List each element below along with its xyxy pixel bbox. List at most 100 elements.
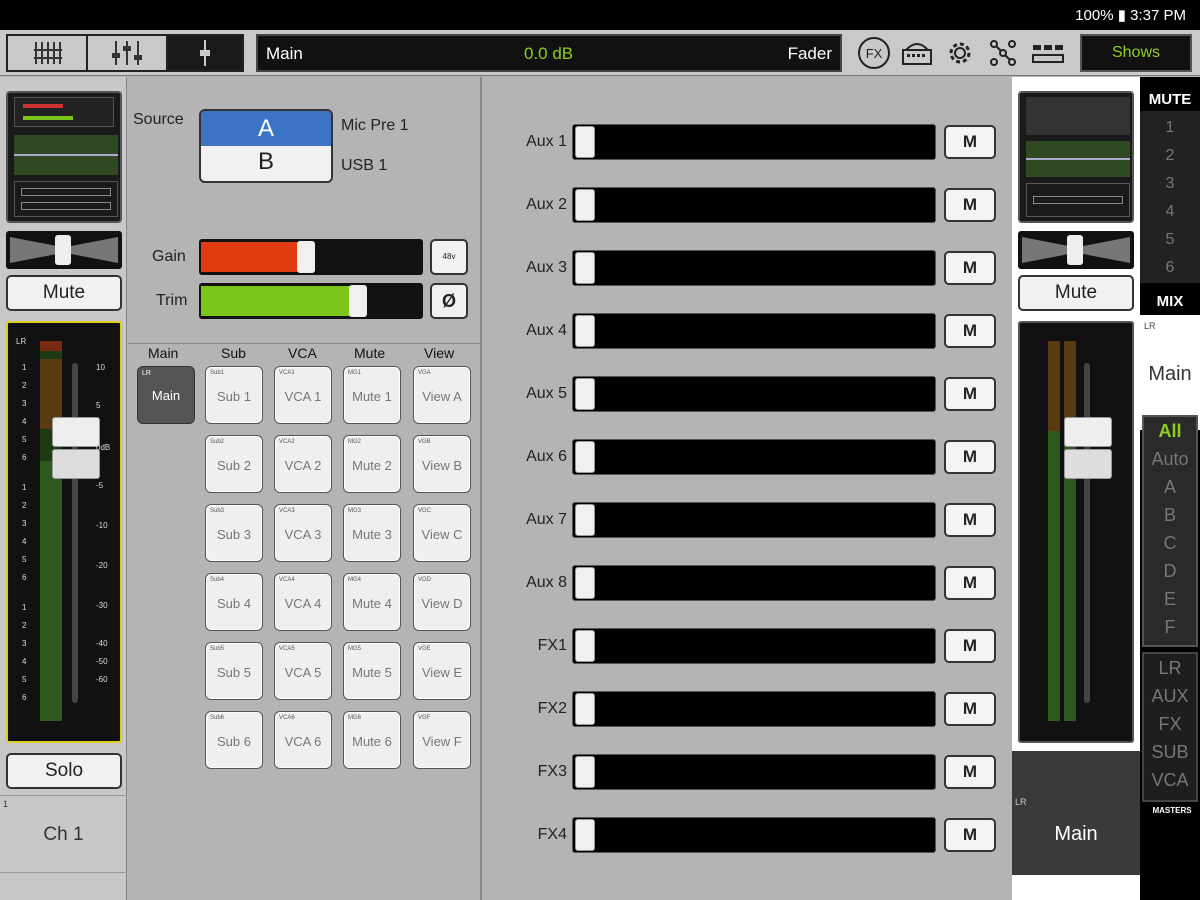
master-vca[interactable]: VCA <box>1144 770 1196 791</box>
mute-assign-button-6[interactable]: MG6 Mute 6 <box>343 711 401 769</box>
mute-group-5[interactable]: 5 <box>1142 231 1198 249</box>
send-knob[interactable] <box>575 756 595 788</box>
pan-knob[interactable] <box>55 235 71 265</box>
mute-assign-button-5[interactable]: MG5 Mute 5 <box>343 642 401 700</box>
view-filter-f[interactable]: F <box>1144 617 1196 638</box>
mute-assign-button-2[interactable]: MG2 Mute 2 <box>343 435 401 493</box>
send-knob[interactable] <box>575 441 595 473</box>
send-slider[interactable] <box>572 565 936 601</box>
main-overview[interactable] <box>1018 91 1134 223</box>
send-knob[interactable] <box>575 378 595 410</box>
main-name-box[interactable]: LR Main <box>1012 751 1140 875</box>
balance-control[interactable] <box>1018 231 1134 269</box>
fader-cap[interactable] <box>52 417 100 447</box>
send-slider[interactable] <box>572 502 936 538</box>
send-mute-button[interactable]: M <box>944 503 996 537</box>
send-slider[interactable] <box>572 754 936 790</box>
sub-assign-button-3[interactable]: Sub3 Sub 3 <box>205 504 263 562</box>
send-mute-button[interactable]: M <box>944 755 996 789</box>
master-sub[interactable]: SUB <box>1144 742 1196 763</box>
main-fader[interactable] <box>1018 321 1134 743</box>
channel-overview[interactable] <box>6 91 122 223</box>
view-filter-auto[interactable]: Auto <box>1144 449 1196 470</box>
send-knob[interactable] <box>575 819 595 851</box>
send-mute-button[interactable]: M <box>944 692 996 726</box>
send-slider[interactable] <box>572 124 936 160</box>
send-mute-button[interactable]: M <box>944 629 996 663</box>
send-knob[interactable] <box>575 252 595 284</box>
source-a-button[interactable]: A <box>201 111 331 146</box>
master-aux[interactable]: AUX <box>1144 686 1196 707</box>
phantom-power-button[interactable]: 48v <box>430 239 468 275</box>
shows-button[interactable]: Shows <box>1080 34 1192 72</box>
mute-group-6[interactable]: 6 <box>1142 259 1198 277</box>
gain-slider[interactable] <box>199 239 423 275</box>
send-slider[interactable] <box>572 313 936 349</box>
send-slider[interactable] <box>572 439 936 475</box>
master-lr[interactable]: LR <box>1144 658 1196 679</box>
vca-assign-button-1[interactable]: VCA1 VCA 1 <box>274 366 332 424</box>
mute-button[interactable]: Mute <box>6 275 122 311</box>
send-knob[interactable] <box>575 567 595 599</box>
vca-assign-button-3[interactable]: VCA3 VCA 3 <box>274 504 332 562</box>
sub-assign-button-2[interactable]: Sub2 Sub 2 <box>205 435 263 493</box>
send-mute-button[interactable]: M <box>944 818 996 852</box>
send-slider[interactable] <box>572 817 936 853</box>
sub-assign-button-6[interactable]: Sub6 Sub 6 <box>205 711 263 769</box>
vca-assign-button-5[interactable]: VCA5 VCA 5 <box>274 642 332 700</box>
send-knob[interactable] <box>575 126 595 158</box>
send-slider[interactable] <box>572 187 936 223</box>
mixer-view-button[interactable] <box>86 34 168 72</box>
mute-assign-button-4[interactable]: MG4 Mute 4 <box>343 573 401 631</box>
send-knob[interactable] <box>575 189 595 221</box>
mute-group-3[interactable]: 3 <box>1142 175 1198 193</box>
send-slider[interactable] <box>572 250 936 286</box>
send-mute-button[interactable]: M <box>944 188 996 222</box>
view-filter-all[interactable]: All <box>1144 421 1196 442</box>
mute-assign-button-1[interactable]: MG1 Mute 1 <box>343 366 401 424</box>
mute-group-1[interactable]: 1 <box>1142 119 1198 137</box>
solo-button[interactable]: Solo <box>6 753 122 789</box>
router-button[interactable] <box>900 36 934 70</box>
master-fx[interactable]: FX <box>1144 714 1196 735</box>
channel-fader[interactable]: LR 1 2 3 4 5 6 1 2 3 4 5 6 1 2 3 4 5 6 1… <box>6 321 122 743</box>
send-knob[interactable] <box>575 315 595 347</box>
mute-group-2[interactable]: 2 <box>1142 147 1198 165</box>
view-filter-a[interactable]: A <box>1144 477 1196 498</box>
send-knob[interactable] <box>575 630 595 662</box>
phase-invert-button[interactable]: Ø <box>430 283 468 319</box>
gain-knob[interactable] <box>297 241 315 273</box>
view-filter-c[interactable]: C <box>1144 533 1196 554</box>
vca-assign-button-4[interactable]: VCA4 VCA 4 <box>274 573 332 631</box>
send-mute-button[interactable]: M <box>944 251 996 285</box>
send-slider[interactable] <box>572 376 936 412</box>
view-assign-button-1[interactable]: VGA View A <box>413 366 471 424</box>
send-slider[interactable] <box>572 628 936 664</box>
sub-assign-button-5[interactable]: Sub5 Sub 5 <box>205 642 263 700</box>
source-selector[interactable]: A B <box>199 109 333 183</box>
view-assign-button-2[interactable]: VGB View B <box>413 435 471 493</box>
view-filter-d[interactable]: D <box>1144 561 1196 582</box>
sub-assign-button-1[interactable]: Sub1 Sub 1 <box>205 366 263 424</box>
main-mute-button[interactable]: Mute <box>1018 275 1134 311</box>
send-knob[interactable] <box>575 504 595 536</box>
mute-assign-button-3[interactable]: MG3 Mute 3 <box>343 504 401 562</box>
vca-assign-button-2[interactable]: VCA2 VCA 2 <box>274 435 332 493</box>
channel-name-box[interactable]: 1 Ch 1 <box>0 795 127 873</box>
trim-knob[interactable] <box>349 285 367 317</box>
balance-knob[interactable] <box>1067 235 1083 265</box>
channel-name-bar[interactable]: Main 0.0 dB Fader <box>256 34 842 72</box>
view-assign-button-5[interactable]: VGE View E <box>413 642 471 700</box>
send-mute-button[interactable]: M <box>944 440 996 474</box>
mix-name-box[interactable]: LR Main <box>1140 315 1200 430</box>
send-mute-button[interactable]: M <box>944 314 996 348</box>
sub-assign-button-4[interactable]: Sub4 Sub 4 <box>205 573 263 631</box>
single-channel-view-button[interactable] <box>166 34 244 72</box>
main-assign-button[interactable]: LR Main <box>137 366 195 424</box>
channels-view-button[interactable] <box>6 34 88 72</box>
main-fader-cap[interactable] <box>1064 417 1112 447</box>
fx-button[interactable]: FX <box>857 36 891 70</box>
send-mute-button[interactable]: M <box>944 566 996 600</box>
settings-button[interactable] <box>943 36 977 70</box>
send-knob[interactable] <box>575 693 595 725</box>
